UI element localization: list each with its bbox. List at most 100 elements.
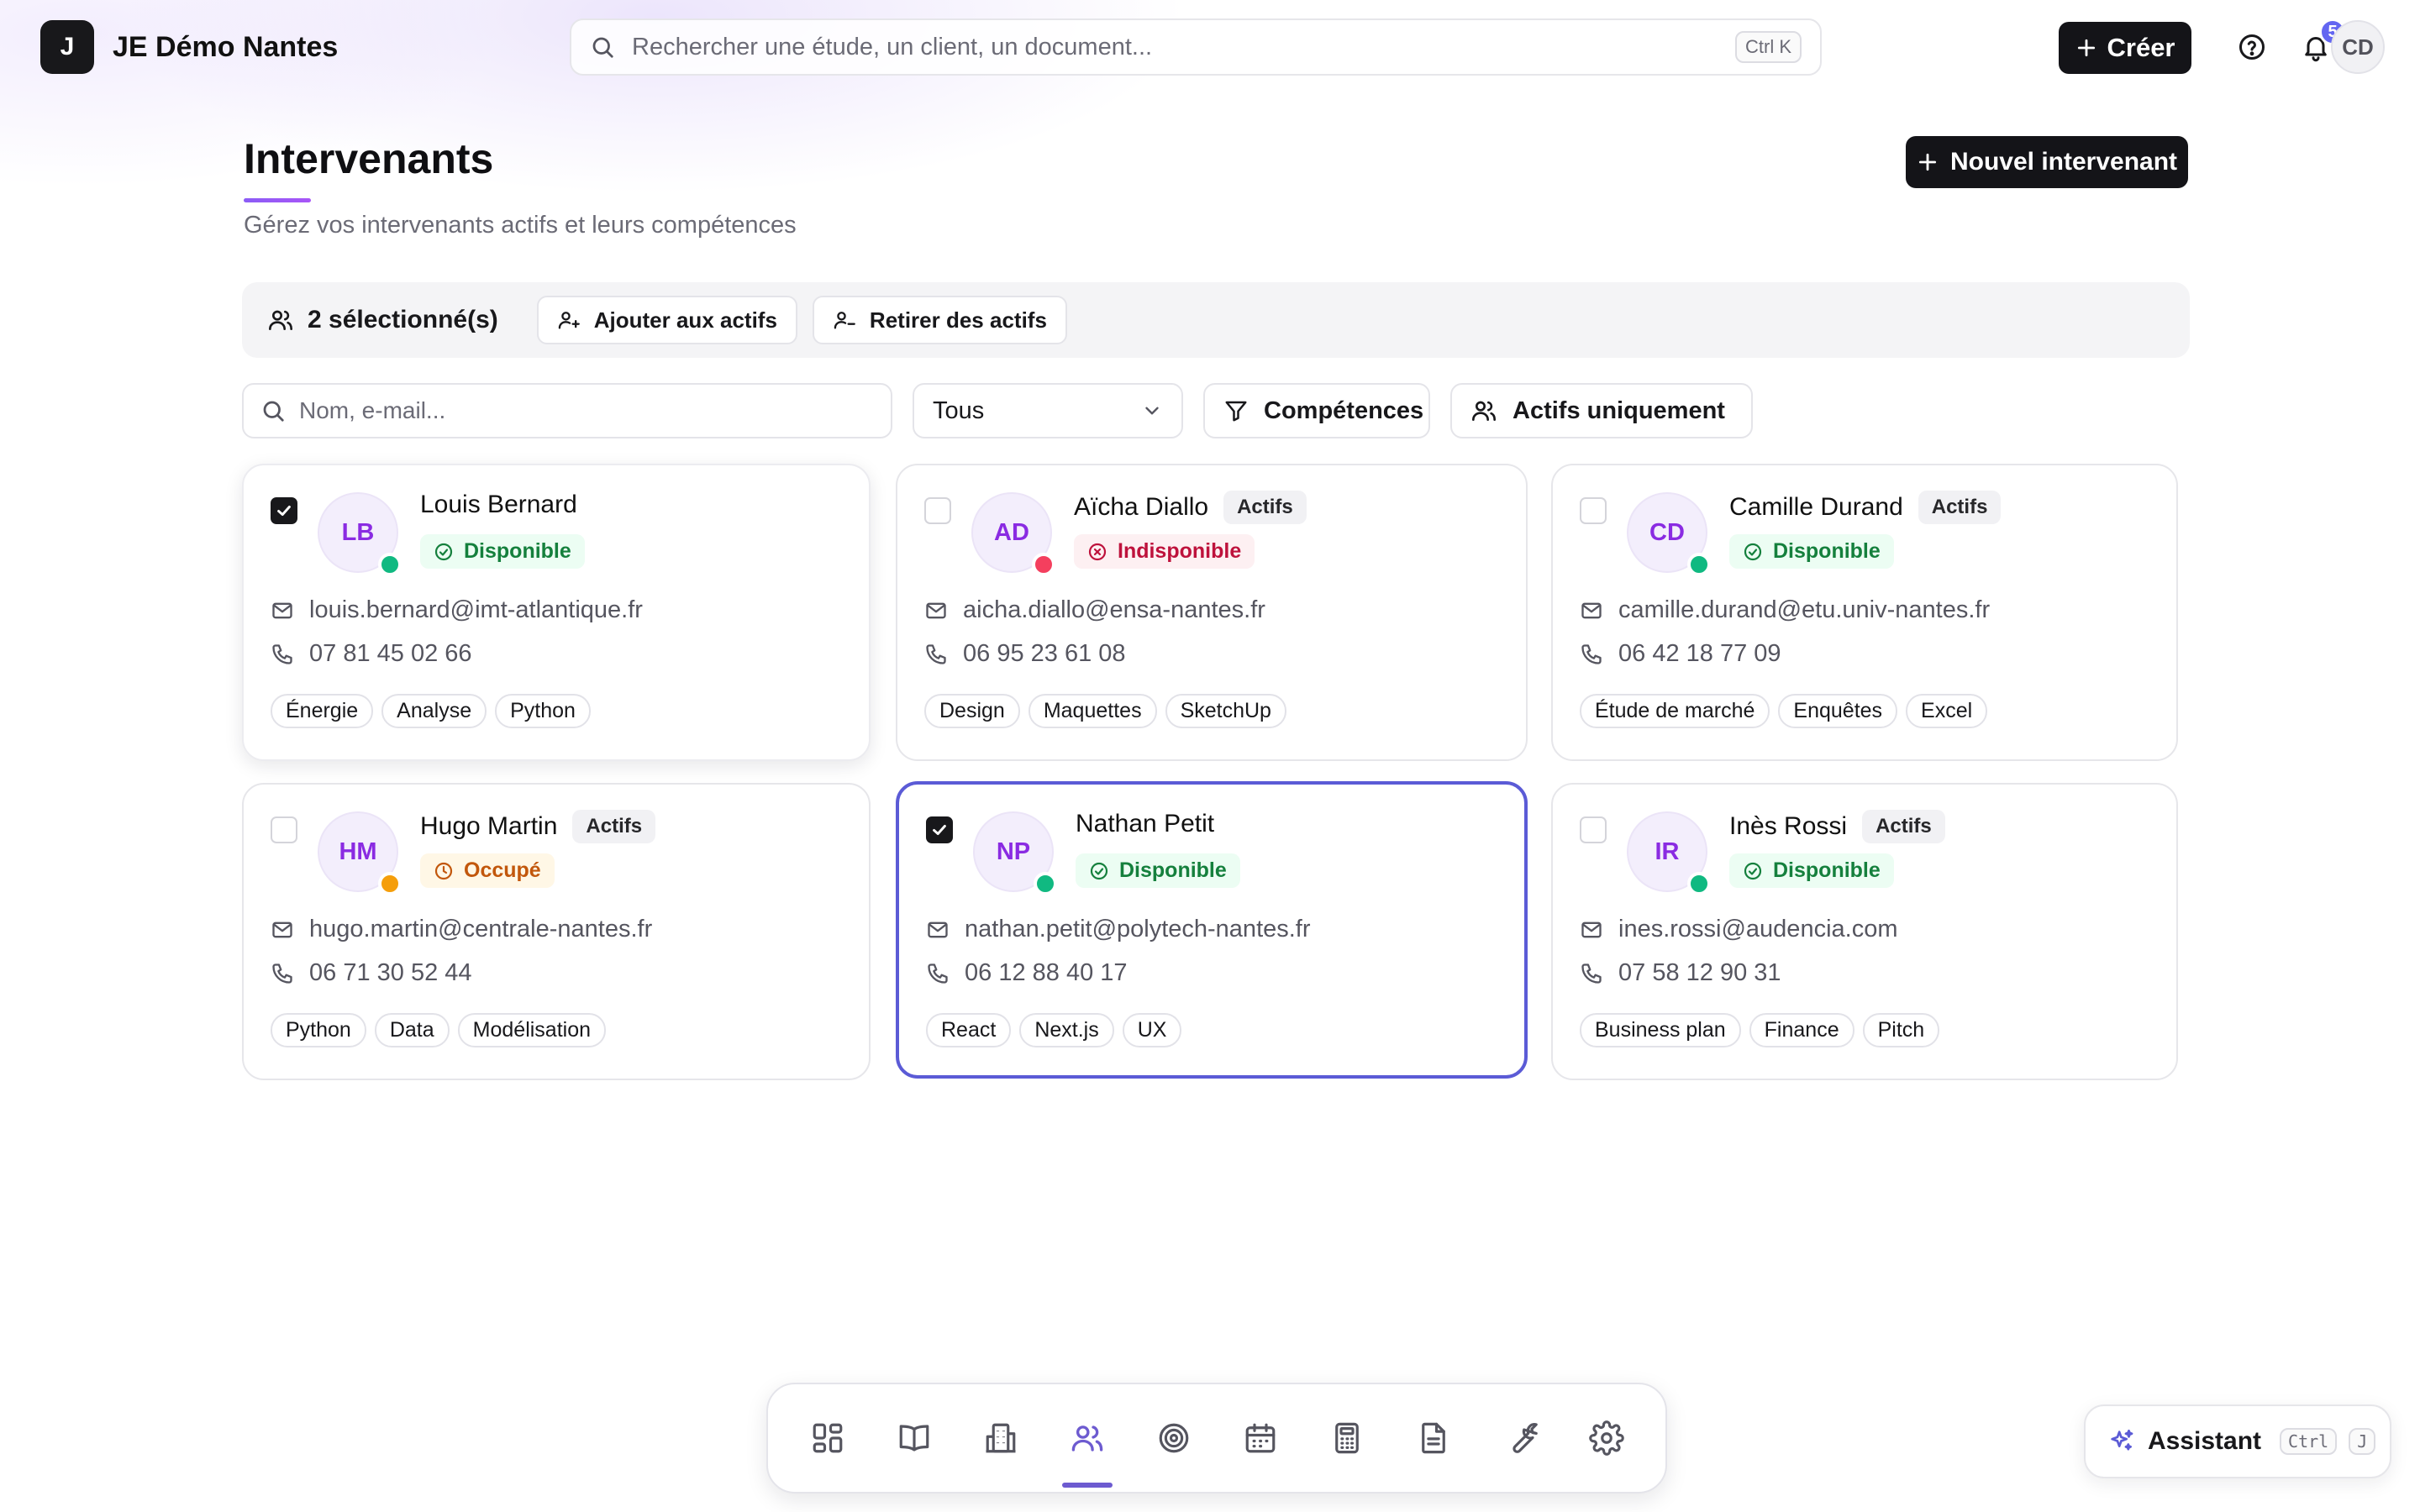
status-label: Disponible [464,539,571,563]
avatar-initials: IR [1655,837,1680,865]
assistant-label: Assistant [2148,1427,2262,1455]
name-row: Aïcha Diallo Actifs [1074,491,1307,524]
create-button[interactable]: Créer [2059,22,2191,74]
intervenant-card[interactable]: LB Louis Bernard Disponible louis.bernar… [242,464,871,761]
mail-icon [924,599,948,622]
user-avatar[interactable]: CD [2331,20,2385,74]
presence-dot [378,553,402,576]
name-row: Camille Durand Actifs [1729,491,2002,524]
selection-count-label: 2 sélectionné(s) [308,306,498,333]
filter-search-placeholder: Nom, e-mail... [299,397,446,423]
intervenant-card[interactable]: IR Inès Rossi Actifs Disponible ines.ros… [1551,783,2178,1080]
select-checkbox[interactable] [271,497,297,524]
skill-tag: Python [271,1013,366,1047]
status-icon [1743,542,1763,562]
email-text[interactable]: nathan.petit@polytech-nantes.fr [965,916,1311,943]
phone-text[interactable]: 06 12 88 40 17 [965,959,1128,987]
users-icon [1470,397,1497,424]
phone-row: 06 95 23 61 08 [924,640,1126,668]
filter-search-input[interactable]: Nom, e-mail... [242,383,892,438]
mail-icon [926,918,950,942]
skills-list: Business plan Finance Pitch [1580,1013,1940,1047]
email-text[interactable]: camille.durand@etu.univ-nantes.fr [1618,596,1990,624]
top-bar: J JE Démo Nantes Rechercher une étude, u… [0,0,2420,94]
dock-users[interactable] [1050,1400,1124,1488]
intervenant-card[interactable]: HM Hugo Martin Actifs Occupé hugo.martin… [242,783,871,1080]
phone-text[interactable]: 06 71 30 52 44 [309,959,472,987]
dock-calendar[interactable] [1223,1400,1297,1476]
status-label: Disponible [1773,539,1881,563]
select-checkbox[interactable] [1580,816,1607,843]
email-text[interactable]: louis.bernard@imt-atlantique.fr [309,596,643,624]
skill-tag: Data [374,1013,450,1047]
dock-building[interactable] [963,1400,1038,1476]
status-filter-select[interactable]: Tous [913,383,1183,438]
intervenant-name: Inès Rossi [1729,812,1848,840]
skill-tag: Maquettes [1028,694,1157,728]
status-badge: Indisponible [1074,534,1255,569]
status-label: Disponible [1773,858,1881,882]
selection-count: 2 sélectionné(s) [255,306,522,334]
select-checkbox[interactable] [271,816,297,843]
intervenant-name: Camille Durand [1729,493,1903,521]
avatar-initials: HM [339,837,377,865]
brand-logo: J [40,20,94,74]
email-text[interactable]: hugo.martin@centrale-nantes.fr [309,916,652,943]
select-checkbox[interactable] [924,497,951,524]
status-icon [434,861,454,881]
dock-book[interactable] [876,1400,951,1476]
status-badge: Occupé [420,853,555,888]
phone-text[interactable]: 07 81 45 02 66 [309,640,472,668]
book-icon [897,1420,932,1456]
brand[interactable]: J JE Démo Nantes [40,20,338,74]
selection-bar: 2 sélectionné(s) Ajouter aux actifs Reti… [242,282,2190,358]
dock-calculator[interactable] [1309,1400,1384,1476]
phone-text[interactable]: 06 95 23 61 08 [963,640,1126,668]
skill-tag: Business plan [1580,1013,1741,1047]
intervenant-card[interactable]: CD Camille Durand Actifs Disponible cami… [1551,464,2178,761]
add-to-active-button[interactable]: Ajouter aux actifs [536,296,797,344]
presence-dot [1687,553,1711,576]
intervenant-card[interactable]: AD Aïcha Diallo Actifs Indisponible aich… [896,464,1528,761]
dock-settings[interactable] [1569,1400,1644,1476]
status-badge: Disponible [1729,534,1894,569]
users-icon [267,307,294,333]
building-icon [983,1420,1018,1456]
help-button[interactable] [2227,22,2277,72]
dock-document[interactable] [1396,1400,1470,1476]
skill-tag: Énergie [271,694,374,728]
phone-row: 06 71 30 52 44 [271,959,472,987]
title-underline [244,198,311,202]
email-text[interactable]: ines.rossi@audencia.com [1618,916,1897,943]
dock-tools[interactable] [1482,1400,1557,1476]
name-row: Inès Rossi Actifs [1729,810,1945,843]
assistant-key-ctrl: Ctrl [2280,1428,2338,1455]
phone-icon [926,962,950,985]
phone-icon [271,962,294,985]
email-text[interactable]: aicha.diallo@ensa-nantes.fr [963,596,1265,624]
new-intervenant-button[interactable]: Nouvel intervenant [1906,136,2188,188]
presence-dot [378,872,402,895]
phone-text[interactable]: 07 58 12 90 31 [1618,959,1781,987]
calculator-icon [1329,1420,1365,1456]
select-checkbox[interactable] [1580,497,1607,524]
search-icon [590,34,615,60]
skills-filter-button[interactable]: Compétences [1203,383,1430,438]
presence-dot [1687,872,1711,895]
assistant-button[interactable]: Assistant Ctrl J [2084,1404,2391,1478]
global-search[interactable]: Rechercher une étude, un client, un docu… [570,18,1822,76]
actifs-badge: Actifs [572,810,656,843]
dock-dashboard[interactable] [790,1400,865,1476]
remove-from-active-button[interactable]: Retirer des actifs [812,296,1067,344]
skill-tag: Analyse [381,694,487,728]
dock-target[interactable] [1136,1400,1211,1476]
intervenant-card[interactable]: NP Nathan Petit Disponible nathan.petit@… [896,781,1528,1079]
mail-icon [271,918,294,942]
user-plus-icon [557,308,581,332]
skill-tag: Python [495,694,591,728]
active-only-toggle[interactable]: Actifs uniquement [1450,383,1753,438]
select-checkbox[interactable] [926,816,953,843]
skills-list: Étude de marché Enquêtes Excel [1580,694,1988,728]
check-icon [933,824,946,836]
phone-text[interactable]: 06 42 18 77 09 [1618,640,1781,668]
